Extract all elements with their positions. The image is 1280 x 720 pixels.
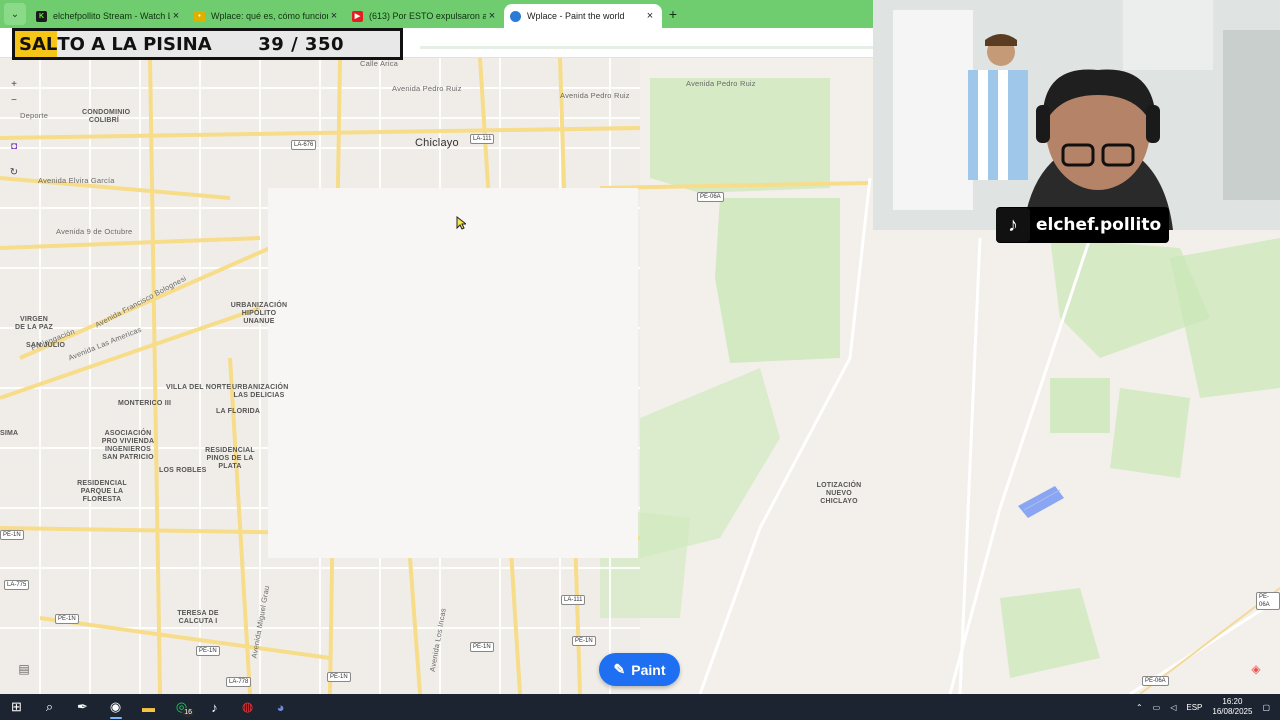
- volume-icon[interactable]: ◁: [1170, 703, 1176, 712]
- browser-tab-strip: ⌄ K elchefpollito Stream - Watch Li × • …: [0, 0, 873, 28]
- language-indicator[interactable]: ESP: [1186, 703, 1202, 712]
- tab-title: Wplace: qué es, cómo funciona: [211, 11, 328, 21]
- route-shield: PE-1N: [572, 636, 596, 646]
- route-shield: PE-1N: [327, 672, 351, 682]
- street-label: Avenida Elvira García: [38, 176, 115, 185]
- district-label: LA FLORIDA: [216, 408, 261, 415]
- street-label: Avenida Pedro Ruiz: [686, 79, 756, 88]
- brush-icon: ✎: [613, 661, 626, 677]
- route-shield: LA-111: [561, 595, 586, 605]
- tiktok-app-icon[interactable]: ♪: [198, 694, 231, 720]
- district-label: RESIDENCIAL PINOS DE LA PLATA: [205, 447, 255, 470]
- route-shield: PE-1N: [0, 530, 24, 540]
- street-label: Avenida 9 de Octubre: [56, 227, 133, 236]
- stream-goal-banner: SAL TO A LA PISINA 39 / 350: [12, 28, 403, 60]
- clock-time: 16:20: [1222, 697, 1243, 706]
- chrome-icon[interactable]: ◉: [99, 694, 132, 720]
- new-tab-button[interactable]: +: [662, 6, 684, 22]
- route-shield: PE-06A: [1142, 676, 1169, 686]
- kick-icon: K: [36, 10, 47, 22]
- system-tray: ⌃ ▭ ◁ ESP 16:20 16/08/2025 ▢: [1136, 697, 1280, 717]
- district-label: CONDOMINIO COLIBRÍ: [82, 109, 131, 124]
- chevron-up-icon[interactable]: ⌃: [1136, 703, 1143, 712]
- district-label: VILLA DEL NORTE: [166, 384, 232, 391]
- tiktok-handle-badge: ♪ elchef.pollito: [996, 207, 1170, 243]
- file-explorer-icon[interactable]: ▬: [132, 694, 165, 720]
- browser-tab[interactable]: K elchefpollito Stream - Watch Li ×: [30, 4, 188, 28]
- district-label: SIMA: [0, 430, 19, 437]
- route-shield: LA-778: [226, 677, 252, 687]
- district-label: ASOCIACIÓN PRO VIVIENDA INGENIEROS SAN P…: [101, 430, 155, 461]
- tab-title: Wplace - Paint the world: [527, 11, 625, 21]
- browser-tab[interactable]: ▶ (613) Por ESTO expulsaron a RI ×: [346, 4, 504, 28]
- district-label: LOTIZACIÓN NUEVO CHICLAYO: [816, 482, 862, 505]
- tab-title: elchefpollito Stream - Watch Li: [53, 11, 170, 21]
- tab-close-button[interactable]: ×: [328, 10, 340, 22]
- district-label: SAN JULIO: [26, 342, 66, 349]
- notification-icon[interactable]: ▢: [1262, 703, 1270, 712]
- street-label: Avenida Pedro Ruiz: [560, 91, 630, 100]
- district-label: URBANIZACIÓN LAS DELICIAS: [232, 384, 289, 399]
- tab-search-button[interactable]: ⌄: [4, 3, 26, 25]
- banner-title: TO A LA PISINA: [57, 33, 212, 55]
- youtube-icon: ▶: [352, 10, 363, 22]
- news-icon: •: [194, 10, 205, 22]
- paint-button-label: Paint: [631, 661, 666, 678]
- start-button[interactable]: ⊞: [0, 694, 33, 720]
- clock-date: 16/08/2025: [1212, 707, 1253, 716]
- banner-counter: 39 / 350: [258, 33, 344, 55]
- route-shield: LA-676: [291, 140, 317, 150]
- zoom-out-button[interactable]: −: [6, 92, 22, 108]
- webcam-feed: [873, 0, 1280, 230]
- tab-close-button[interactable]: ×: [644, 10, 656, 22]
- tab-title: (613) Por ESTO expulsaron a RI: [369, 11, 486, 21]
- browser-tab[interactable]: • Wplace: qué es, cómo funciona ×: [188, 4, 346, 28]
- street-label: Deporte: [20, 111, 49, 120]
- street-label: Avenida Pedro Ruiz: [392, 84, 462, 93]
- unloaded-map-tile: [268, 188, 638, 558]
- route-shield: PE-1N: [470, 642, 494, 652]
- app-icon[interactable]: ✒: [66, 694, 99, 720]
- layers-button[interactable]: ▤: [13, 658, 35, 680]
- route-shield: PE-06A: [697, 192, 724, 202]
- district-label: VIRGEN DE LA PAZ: [15, 316, 53, 331]
- district-label: MONTERICO III: [118, 400, 172, 407]
- discord-icon[interactable]: ◕: [264, 694, 297, 720]
- clock[interactable]: 16:20 16/08/2025: [1212, 697, 1252, 717]
- globe-icon: [510, 10, 521, 22]
- whatsapp-icon[interactable]: ◎ 16: [165, 694, 198, 720]
- whatsapp-badge: 16: [182, 708, 194, 717]
- cursor-icon: [456, 216, 466, 230]
- paint-button[interactable]: ✎ Paint: [599, 653, 680, 686]
- district-label: TERESA DE CALCUTA I: [177, 610, 219, 625]
- district-label: URBANIZACIÓN HIPÓLITO UNANUE: [230, 302, 288, 325]
- windows-taskbar: ⊞ ⌕ ✒ ◉ ▬ ◎ 16 ♪ ◍ ◕ ⌃ ▭ ◁ ESP 16:20 16/0…: [0, 694, 1280, 720]
- obs-icon[interactable]: ◍: [231, 694, 264, 720]
- browser-tab-active[interactable]: Wplace - Paint the world ×: [504, 4, 662, 28]
- route-shield: PE-1N: [55, 614, 79, 624]
- route-shield: PE-06A: [1256, 592, 1280, 610]
- tab-close-button[interactable]: ×: [486, 10, 498, 22]
- zoom-in-button[interactable]: +: [6, 76, 22, 92]
- route-shield: LA-775: [4, 580, 30, 590]
- route-shield: PE-1N: [196, 646, 220, 656]
- search-icon[interactable]: ⌕: [33, 694, 66, 720]
- location-button[interactable]: ◈: [1245, 658, 1267, 680]
- city-label: Chiclayo: [415, 137, 459, 149]
- banner-highlight: SAL: [15, 31, 58, 57]
- district-label: RESIDENCIAL PARQUE LA FLORESTA: [77, 480, 127, 503]
- tiktok-icon: ♪: [996, 208, 1030, 242]
- network-icon[interactable]: ▭: [1153, 703, 1161, 712]
- favorite-icon[interactable]: ◘: [6, 138, 22, 154]
- webcam-image: [873, 0, 1280, 230]
- tiktok-handle: elchef.pollito: [1036, 215, 1162, 235]
- tab-close-button[interactable]: ×: [170, 10, 182, 22]
- district-label: LOS ROBLES: [159, 467, 207, 474]
- refresh-icon[interactable]: ↻: [6, 164, 22, 180]
- street-label: Calle Arica: [360, 59, 399, 68]
- route-shield: LA-111: [470, 134, 495, 144]
